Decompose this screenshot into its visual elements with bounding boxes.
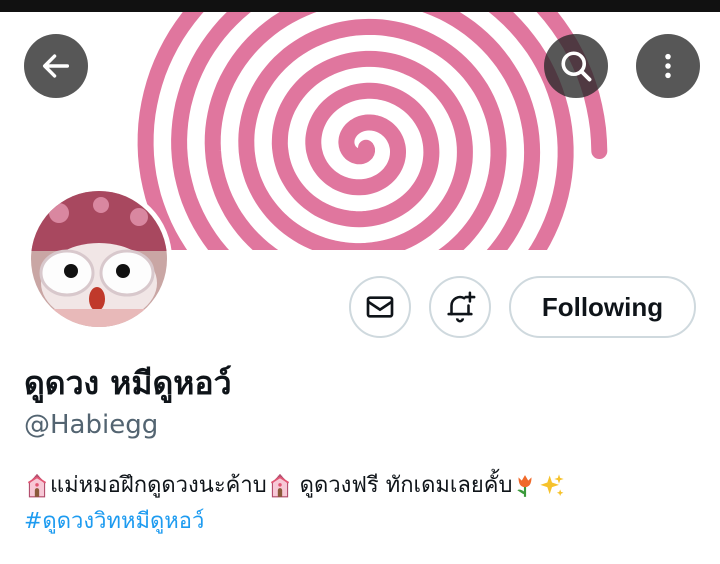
bio-hashtag-link[interactable]: #ดูดวงวิทหมีดูหอว์ bbox=[24, 509, 204, 534]
more-options-button[interactable] bbox=[636, 34, 700, 98]
bio-text-1: แม่หมอฝึกดูดวงนะค้าบ bbox=[50, 473, 267, 498]
status-bar bbox=[0, 0, 720, 12]
bio-line-2: #ดูดวงวิทหมีดูหอว์ bbox=[24, 504, 566, 540]
following-button[interactable]: Following bbox=[509, 276, 696, 338]
more-vertical-icon bbox=[665, 53, 671, 79]
arrow-left-icon bbox=[42, 54, 70, 78]
search-icon bbox=[561, 51, 592, 82]
bell-plus-icon bbox=[447, 291, 476, 323]
message-button[interactable] bbox=[349, 276, 411, 338]
wedding-chapel-emoji bbox=[270, 474, 289, 498]
display-name: ดูดวง หมีดูหอว์ bbox=[24, 364, 232, 402]
wedding-chapel-emoji bbox=[27, 474, 47, 498]
back-button[interactable] bbox=[24, 34, 88, 98]
notifications-button[interactable] bbox=[429, 276, 491, 338]
bio-text-2: ดูดวงฟรี ทักเดมเลยคั้บ bbox=[292, 473, 513, 498]
envelope-icon bbox=[366, 296, 394, 318]
profile-bio: แม่หมอฝึกดูดวงนะค้าบ ดูดวงฟรี ทักเดมเลยค… bbox=[24, 468, 566, 540]
user-handle: @Habiegg bbox=[24, 410, 159, 440]
avatar-image bbox=[31, 191, 167, 327]
profile-avatar[interactable] bbox=[26, 186, 172, 332]
bio-line-1: แม่หมอฝึกดูดวงนะค้าบ ดูดวงฟรี ทักเดมเลยค… bbox=[24, 468, 566, 504]
tulip-emoji bbox=[517, 475, 532, 497]
sparkles-emoji bbox=[540, 474, 565, 497]
search-button[interactable] bbox=[544, 34, 608, 98]
